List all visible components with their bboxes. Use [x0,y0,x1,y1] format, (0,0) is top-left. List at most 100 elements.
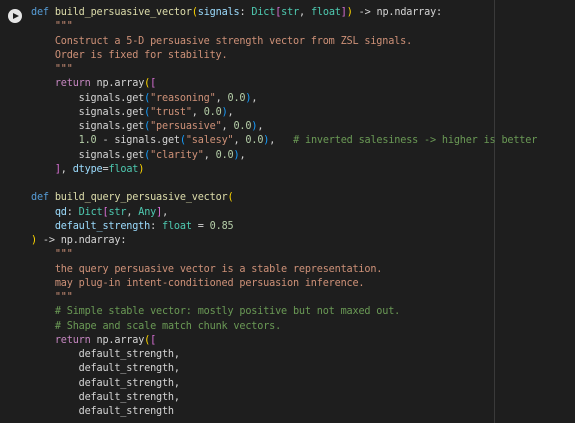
code-token: "persuasive" [150,121,222,132]
code-token: build_query_persuasive_vector [54,192,228,204]
code-line: Order is fixed for stability. [31,49,537,63]
code-token: Dict [78,206,103,218]
run-cell-button[interactable] [8,9,22,23]
code-token: str [108,206,127,218]
code-line: default_strength, [31,348,537,362]
code-line: def build_query_persuasive_vector( [31,191,537,205]
code-token: float [162,220,192,232]
code-token: str [281,7,300,18]
code-line: # Shape and scale match chunk vectors. [31,320,537,334]
code-line: signals.get("reasoning", 0.0), [31,92,537,106]
code-token: # inverted salesiness -> higher is bette… [293,135,538,147]
code-line: """ [31,20,537,34]
code-line: default_strength [31,405,537,419]
code-token: , [203,149,216,161]
code-token: return [54,78,91,90]
code-token: signals.get [31,149,145,161]
code-token: """ [31,249,73,261]
code-token: Construct a 5-D persuasive strength vect… [31,35,413,47]
code-line: signals.get("persuasive", 0.0), [31,120,537,134]
code-token: , [221,121,234,132]
code-token: : [150,220,163,232]
code-line: """ [31,291,537,305]
code-token: 0.0 [227,92,246,104]
code-line: ) -> np.ndarray: [31,234,537,248]
code-token: signals.get [31,92,145,104]
code-line: default_strength: float = 0.85 [31,220,537,234]
code-line: signals.get("clarity", 0.0), [31,149,537,163]
code-token: Order is fixed for stability. [31,49,228,61]
code-token: , [299,7,311,18]
code-token: """ [31,21,73,33]
code-token: def [31,7,49,18]
code-token: Dict [251,7,276,18]
code-line: may plug-in intent-conditioned persuasio… [31,277,537,291]
code-editor[interactable]: def build_persuasive_vector ( signals: Dic… [31,6,537,419]
code-token: , [227,106,234,118]
code-token: , [191,106,204,118]
code-line: default_strength, [31,362,537,376]
code-token: dtype [72,163,103,175]
code-token: 0.0 [203,106,222,118]
code-line: return np.array([ [31,77,537,91]
code-token: np.array [90,78,145,90]
code-token: default_strength [31,406,174,417]
code-token: default_strength [54,220,151,232]
code-token: : [239,7,252,18]
code-token: - signals.get [96,135,180,147]
code-token: : [66,206,79,218]
code-token: 0.0 [233,121,252,132]
code-token: Any [138,206,157,218]
code-token: [ [150,334,157,346]
code-token: np.ndarray [376,7,437,18]
code-token: # Simple stable vector: mostly positive … [54,306,401,318]
code-token: , [215,92,228,104]
code-token: """ [31,292,73,303]
code-line: signals.get("trust", 0.0), [31,106,537,120]
code-line: qd: Dict[str, Any], [31,206,537,220]
code-token: 0.0 [245,135,264,147]
code-token: , [257,121,264,132]
code-token: default_strength, [31,349,180,360]
code-token: , [60,163,73,175]
code-token: 1.0 [78,135,97,147]
code-token: , [233,135,246,147]
code-token: default_strength, [31,391,180,403]
code-token: the query persuasive vector is a stable … [31,263,383,275]
code-token: , [126,206,139,218]
code-line: Construct a 5-D persuasive strength vect… [31,35,537,49]
code-line: default_strength, [31,377,537,391]
code-token: return [54,334,91,346]
code-token: 0.85 [209,220,234,232]
code-token: ( [227,192,234,204]
code-token: , [251,92,258,104]
code-token: signals.get [31,121,145,132]
code-token: # Shape and scale match chunk vectors. [54,320,282,332]
code-token: may plug-in intent-conditioned persuasio… [31,277,365,289]
code-line: the query persuasive vector is a stable … [31,263,537,277]
code-token: build_persuasive_vector [54,7,192,18]
code-line: 1.0 - signals.get("salesy", 0.0), # inve… [31,134,538,148]
code-cell[interactable]: def build_persuasive_vector ( signals: Dic… [0,0,575,423]
code-token: signals [197,7,240,18]
code-token: np.ndarray [60,235,121,246]
code-token: "salesy" [185,135,234,147]
code-token: : [120,235,127,246]
code-token: 0.0 [215,149,234,161]
code-token: float [108,163,139,175]
code-token: np.array [90,334,145,346]
code-token: "clarity" [150,149,204,161]
code-line: def build_persuasive_vector(signals: Dic… [31,6,537,20]
code-token: -> [36,235,61,246]
code-token: -> [352,7,377,18]
code-token: signals.get [31,106,145,118]
code-line: """ [31,248,537,262]
code-line: return np.array([ [31,334,537,348]
